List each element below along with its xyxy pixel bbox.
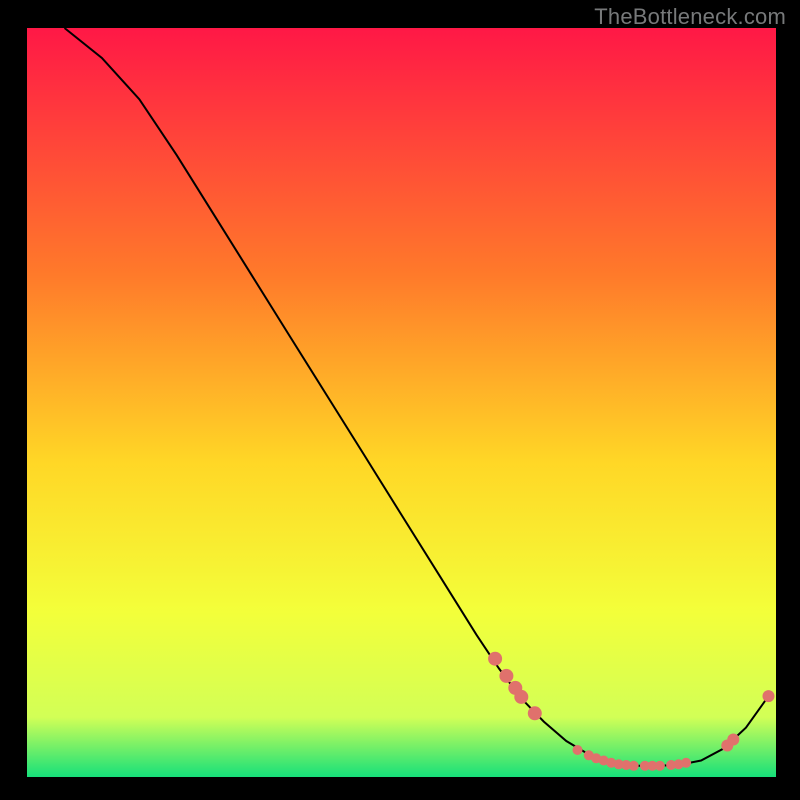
data-marker [763,690,775,702]
data-marker [499,669,513,683]
data-marker [488,652,502,666]
gradient-plot-area [27,28,776,777]
chart-svg [0,0,800,800]
data-marker [514,690,528,704]
data-marker [681,758,691,768]
data-marker [727,734,739,746]
data-marker [655,761,665,771]
data-marker [629,761,639,771]
data-marker [528,706,542,720]
chart-container: { "watermark": "TheBottleneck.com", "col… [0,0,800,800]
watermark-text: TheBottleneck.com [594,4,786,30]
data-marker [573,745,583,755]
